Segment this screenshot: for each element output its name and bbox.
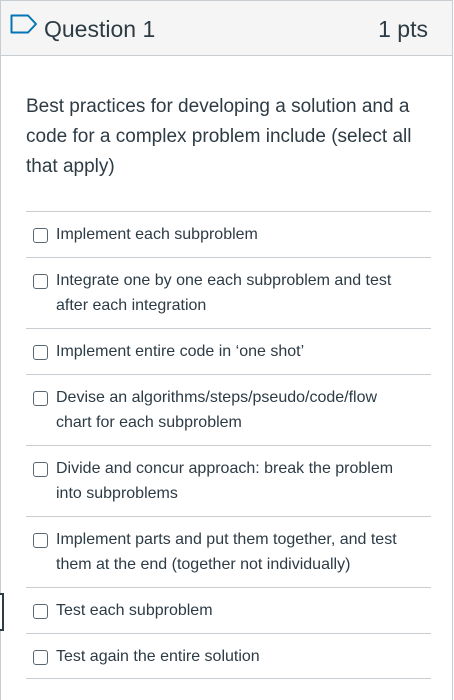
answer-label: Integrate one by one each subproblem and… xyxy=(56,272,392,314)
answer-option[interactable]: Test each subproblem xyxy=(26,587,431,633)
checkbox-icon[interactable] xyxy=(33,391,48,406)
answer-label: Implement each subproblem xyxy=(56,226,258,243)
checkbox-icon[interactable] xyxy=(33,345,48,360)
checkbox-icon[interactable] xyxy=(33,533,48,548)
checkbox-icon[interactable] xyxy=(33,604,48,619)
answer-label: Devise an algorithms/steps/pseudo/code/f… xyxy=(56,389,378,431)
checkbox-icon[interactable] xyxy=(33,650,48,665)
answer-option[interactable]: Test again the entire solution xyxy=(26,633,431,679)
checkbox-icon[interactable] xyxy=(33,274,48,289)
answer-option[interactable]: Implement parts and put them together, a… xyxy=(26,516,431,587)
question-text: Best practices for developing a solution… xyxy=(26,96,412,177)
checkbox-icon[interactable] xyxy=(33,228,48,243)
answer-label: Test each subproblem xyxy=(56,602,213,619)
question-title: Question 1 xyxy=(44,16,156,42)
answer-label: Implement entire code in ‘one shot’ xyxy=(56,343,305,360)
flag-icon[interactable] xyxy=(10,14,38,34)
answer-list: Implement each subproblem Integrate one … xyxy=(26,211,431,679)
checkbox-icon[interactable] xyxy=(33,462,48,477)
question-header: Question 1 1 pts xyxy=(1,1,452,56)
answer-option[interactable]: Devise an algorithms/steps/pseudo/code/f… xyxy=(26,374,431,445)
answer-option[interactable]: Implement entire code in ‘one shot’ xyxy=(26,328,431,374)
question-card: Question 1 1 pts Best practices for deve… xyxy=(0,0,453,700)
answer-label: Implement parts and put them together, a… xyxy=(56,531,397,573)
answer-option[interactable]: Implement each subproblem xyxy=(26,211,431,257)
question-points: 1 pts xyxy=(378,16,428,42)
answer-label: Test again the entire solution xyxy=(56,648,260,665)
answer-option[interactable]: Divide and concur approach: break the pr… xyxy=(26,445,431,516)
answer-label: Divide and concur approach: break the pr… xyxy=(56,460,394,502)
focus-indicator xyxy=(0,593,4,631)
answer-option[interactable]: Integrate one by one each subproblem and… xyxy=(26,257,431,328)
